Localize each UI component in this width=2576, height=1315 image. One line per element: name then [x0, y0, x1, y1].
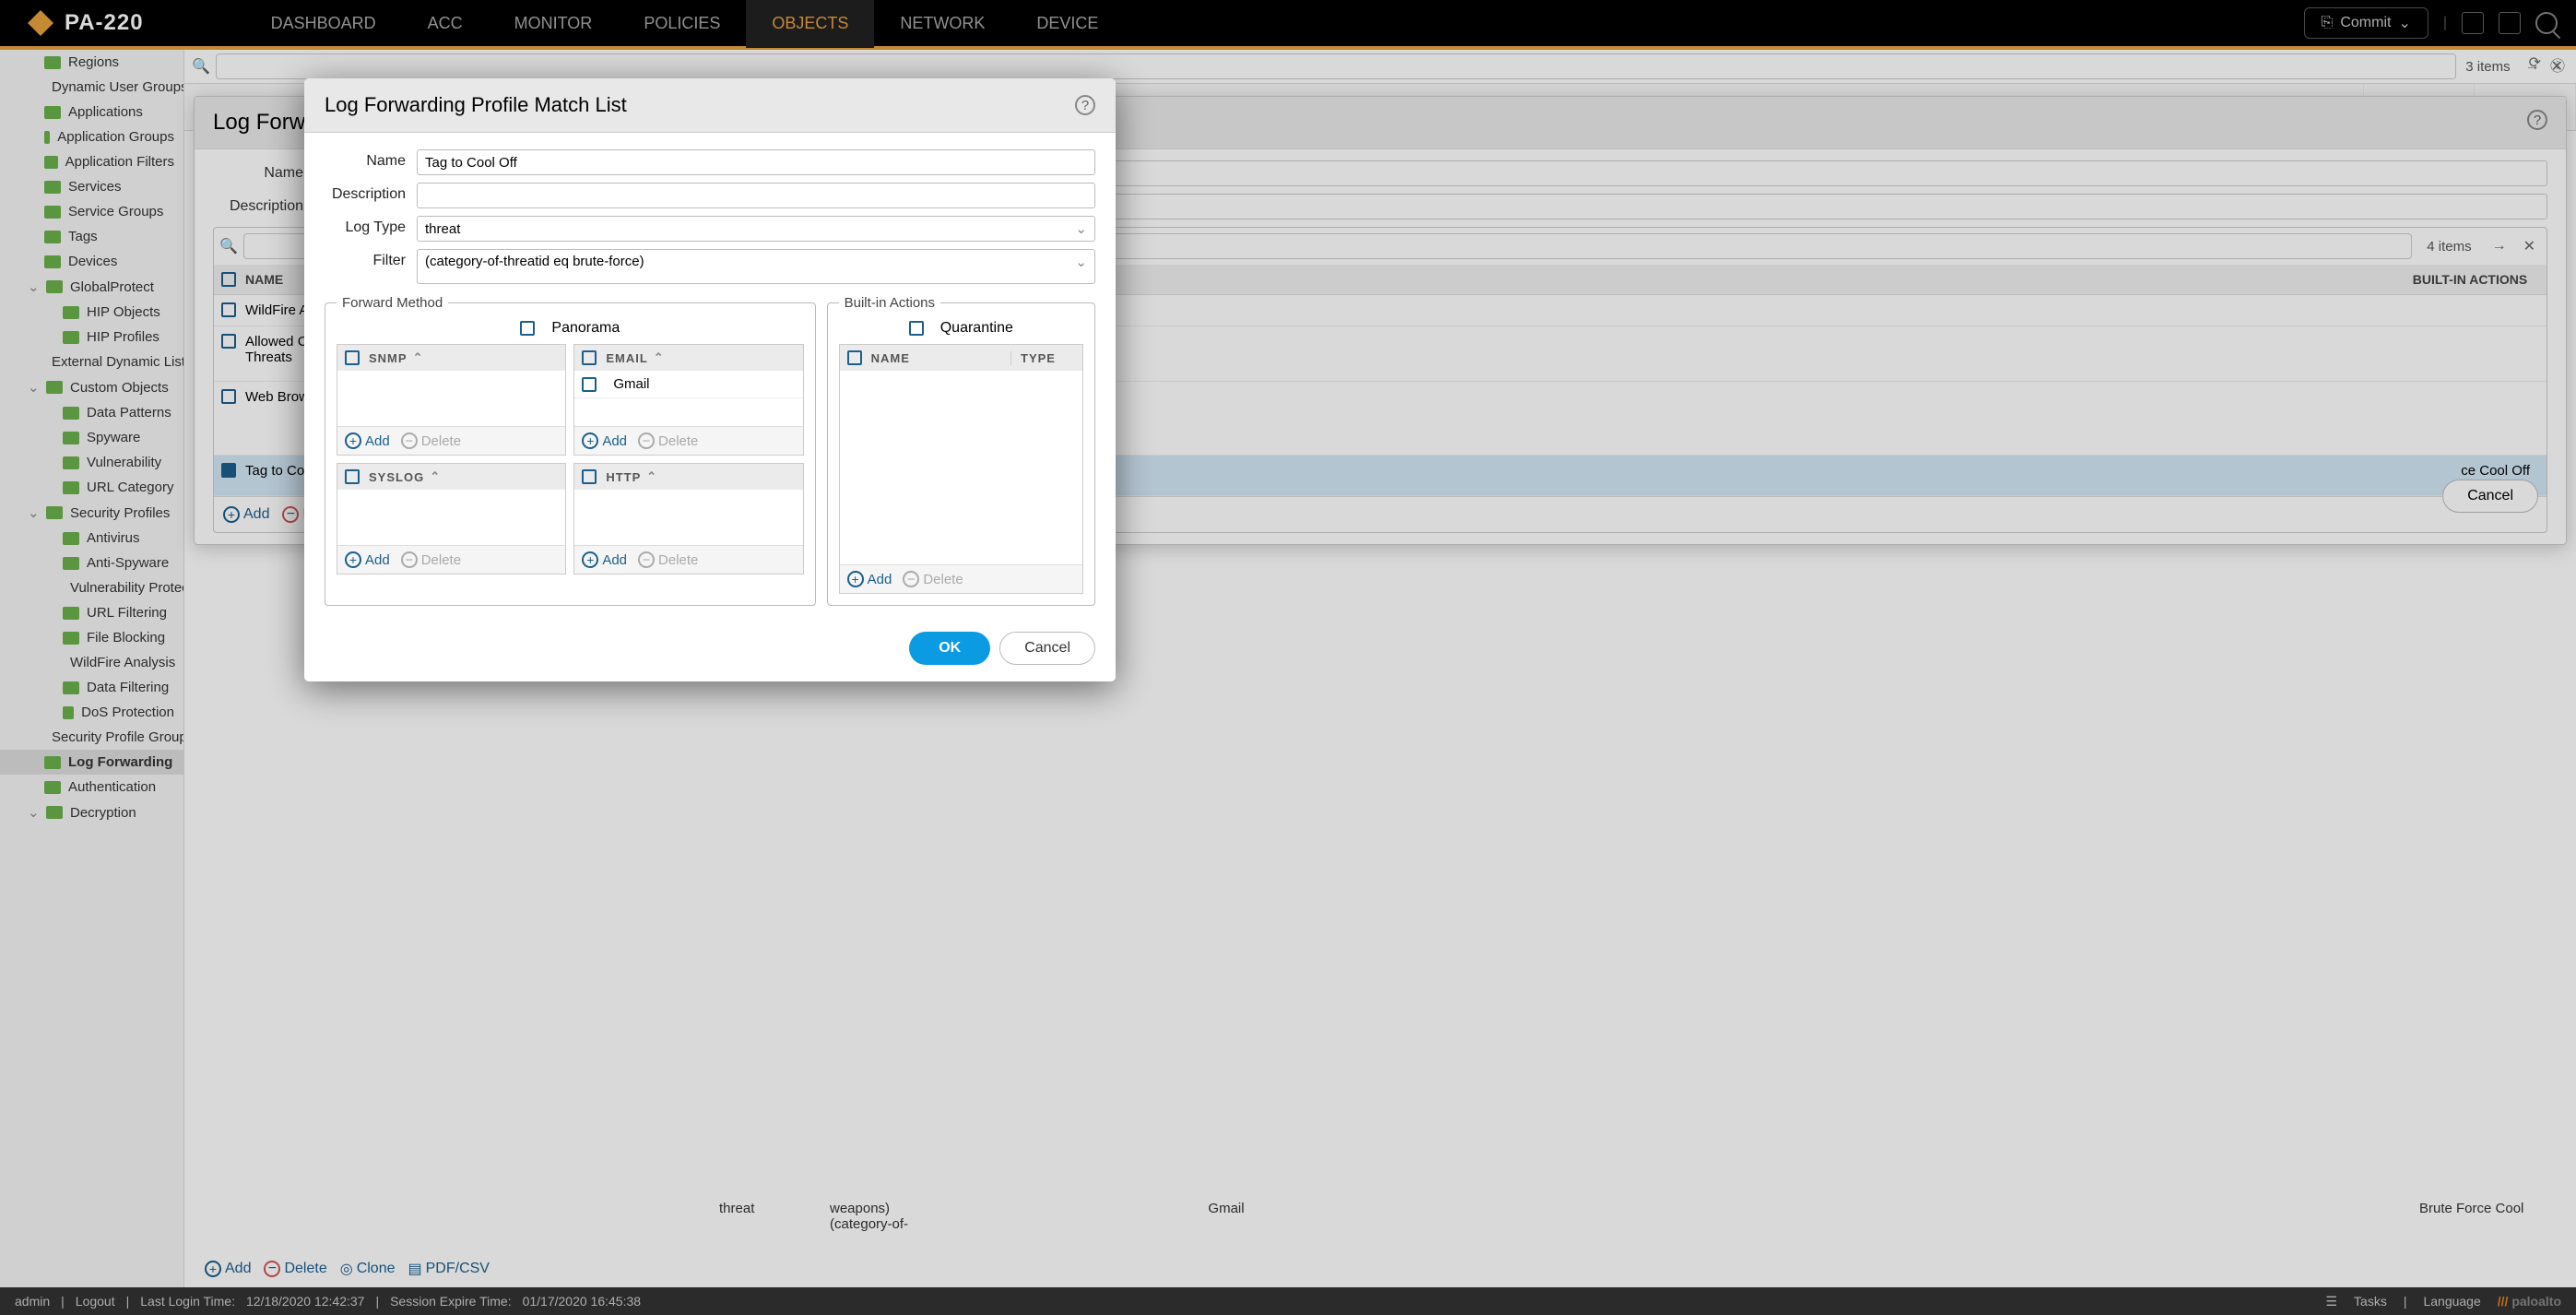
logtype-label: Log Type — [325, 216, 417, 236]
chevron-down-icon: ⌄ — [1075, 254, 1087, 270]
cancel-button[interactable]: Cancel — [999, 632, 1095, 665]
quarantine-label: Quarantine — [940, 320, 1013, 337]
modal-header: Log Forwarding Profile Match List ? — [304, 78, 1116, 133]
builtin-col-name: NAME — [871, 351, 1010, 365]
snmp-delete-button[interactable]: −Delete — [401, 432, 461, 449]
builtin-delete-button[interactable]: −Delete — [903, 571, 963, 587]
logtype-value: threat — [425, 221, 460, 237]
builtin-table: NAME TYPE +Add −Delete — [839, 344, 1083, 594]
snmp-add-button[interactable]: +Add — [345, 432, 390, 449]
snmp-select-all[interactable] — [345, 350, 360, 365]
http-select-all[interactable] — [582, 469, 597, 484]
http-delete-button[interactable]: −Delete — [638, 551, 698, 568]
name-label: Name — [325, 149, 417, 170]
builtin-col-type: TYPE — [1010, 351, 1075, 365]
snmp-table: SNMP ⌃ +Add −Delete — [337, 344, 566, 456]
forward-method-fieldset: Forward Method Panorama SNMP⌃ +Add −Dele — [325, 295, 816, 606]
http-add-button[interactable]: +Add — [582, 551, 627, 568]
email-select-all[interactable] — [582, 350, 597, 365]
email-row-label: Gmail — [613, 376, 649, 392]
ok-button[interactable]: OK — [909, 632, 990, 665]
syslog-table: SYSLOG ⌃ +Add −Delete — [337, 463, 566, 575]
filter-label: Filter — [325, 249, 417, 269]
builtin-actions-fieldset: Built-in Actions Quarantine NAME TYPE — [827, 295, 1095, 606]
panels-row: Forward Method Panorama SNMP⌃ +Add −Dele — [325, 291, 1095, 606]
panorama-checkbox[interactable] — [520, 321, 535, 336]
name-input[interactable] — [417, 149, 1095, 175]
builtin-add-button[interactable]: +Add — [847, 571, 892, 587]
forward-method-legend: Forward Method — [337, 295, 448, 311]
sort-icon[interactable]: ⌃ — [430, 469, 441, 484]
syslog-delete-button[interactable]: −Delete — [401, 551, 461, 568]
modal-body: Name Description Log Type threat ⌄ Filte… — [304, 133, 1116, 619]
http-header: HTTP — [606, 470, 641, 484]
sort-icon[interactable]: ⌃ — [654, 350, 665, 365]
email-row-checkbox[interactable] — [582, 377, 597, 392]
modal-footer: OK Cancel — [304, 619, 1116, 681]
filter-value: (category-of-threatid eq brute-force) — [425, 254, 644, 269]
description-input[interactable] — [417, 183, 1095, 208]
modal-title: Log Forwarding Profile Match List — [325, 93, 627, 117]
panorama-label: Panorama — [551, 320, 620, 337]
sort-icon[interactable]: ⌃ — [646, 469, 657, 484]
filter-input[interactable]: (category-of-threatid eq brute-force) ⌄ — [417, 249, 1095, 284]
syslog-select-all[interactable] — [345, 469, 360, 484]
quarantine-checkbox[interactable] — [909, 321, 924, 336]
sort-icon[interactable]: ⌃ — [413, 350, 424, 365]
builtin-select-all[interactable] — [847, 350, 862, 365]
snmp-header: SNMP — [369, 351, 408, 365]
modal-overlay: Log Forwarding Profile Match List ? Name… — [0, 0, 2576, 1315]
email-header: EMAIL — [606, 351, 647, 365]
logtype-select[interactable]: threat ⌄ — [417, 216, 1095, 242]
email-delete-button[interactable]: −Delete — [638, 432, 698, 449]
builtin-legend: Built-in Actions — [839, 295, 940, 311]
chevron-down-icon: ⌄ — [1075, 220, 1087, 237]
help-icon[interactable]: ? — [1075, 95, 1095, 115]
match-list-modal: Log Forwarding Profile Match List ? Name… — [304, 78, 1116, 681]
email-row[interactable]: Gmail — [574, 371, 802, 398]
syslog-header: SYSLOG — [369, 470, 424, 484]
http-table: HTTP ⌃ +Add −Delete — [573, 463, 803, 575]
email-table: EMAIL ⌃ Gmail +Add −Delete — [573, 344, 803, 456]
description-label: Description — [325, 183, 417, 203]
syslog-add-button[interactable]: +Add — [345, 551, 390, 568]
email-add-button[interactable]: +Add — [582, 432, 627, 449]
